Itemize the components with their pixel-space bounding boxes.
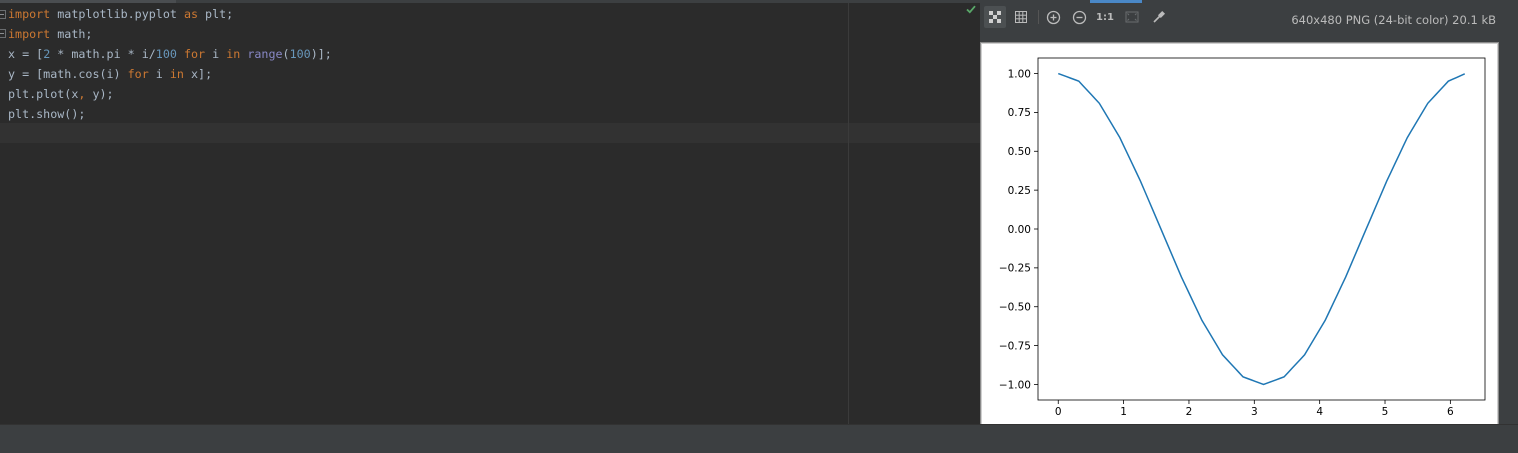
fit-icon xyxy=(1125,11,1139,23)
y-tick-label: 0.25 xyxy=(1008,185,1031,197)
chessboard-button[interactable] xyxy=(984,6,1006,28)
y-tick-label: −0.50 xyxy=(999,302,1031,314)
code-token: range xyxy=(247,47,283,61)
code-token: for xyxy=(127,67,149,81)
zoom-in-icon xyxy=(1046,10,1060,24)
code-line[interactable]: plt.plot(x, y); xyxy=(8,84,114,104)
code-token: )]; xyxy=(310,47,332,61)
code-token: i xyxy=(148,67,170,81)
editor-tab-indicator xyxy=(0,0,176,3)
code-token: x = [ xyxy=(8,47,44,61)
code-token: in xyxy=(169,67,184,81)
zoom-out-icon xyxy=(1072,10,1086,24)
code-token: as xyxy=(183,7,199,21)
x-tick-label: 6 xyxy=(1447,406,1454,418)
cosine-plot: 0 1 2 3 4 5 6 1.00 0.75 0.50 0.25 0.00 −0.25 −0.50 −0.… xyxy=(999,57,1486,418)
code-token: math; xyxy=(50,27,93,41)
color-picker-button[interactable] xyxy=(1148,6,1170,28)
y-tick-label: −1.00 xyxy=(999,379,1031,391)
code-token: in xyxy=(226,47,241,61)
image-canvas[interactable]: 0 1 2 3 4 5 6 1.00 0.75 0.50 0.25 0.00 −0.25 −0.50 −0.… xyxy=(981,43,1498,434)
code-line[interactable]: import matplotlib.pyplot as plt; xyxy=(8,4,233,24)
code-token: y = [math.cos(i) xyxy=(8,67,128,81)
image-info-label: 640x480 PNG (24-bit color) 20.1 kB xyxy=(1291,13,1496,27)
x-tick-label: 5 xyxy=(1382,406,1389,418)
code-token: for xyxy=(183,47,206,61)
code-token: plt.plot(x xyxy=(8,87,79,101)
code-token: plt.show(); xyxy=(8,107,86,121)
code-token: matplotlib.pyplot xyxy=(50,7,184,21)
actual-size-icon: 1:1 xyxy=(1096,11,1114,23)
code-token: 100 xyxy=(289,47,311,61)
y-tick-label: 0.50 xyxy=(1008,146,1031,158)
code-token: y); xyxy=(85,87,114,101)
zoom-in-button[interactable] xyxy=(1042,6,1064,28)
code-editor[interactable]: import matplotlib.pyplot as plt; import m… xyxy=(0,0,980,424)
y-tick-label: 0.00 xyxy=(1008,224,1031,236)
code-line[interactable]: plt.show(); xyxy=(8,104,85,124)
fold-marker-icon[interactable] xyxy=(0,29,6,38)
code-token: ( xyxy=(282,47,290,61)
y-tick-label: −0.75 xyxy=(999,340,1031,352)
plot-axes-frame xyxy=(1037,57,1486,401)
toolbar-separator xyxy=(1038,10,1039,24)
x-tick-label: 2 xyxy=(1186,406,1193,418)
check-icon[interactable] xyxy=(966,5,976,14)
code-token: i xyxy=(205,47,227,61)
x-tick-label: 3 xyxy=(1251,406,1258,418)
grid-icon xyxy=(1015,11,1027,23)
active-tab-indicator xyxy=(1090,0,1142,3)
fold-marker-icon[interactable] xyxy=(0,10,6,19)
image-toolbar: 1:1 640x480 PNG (24-bit color) 20.1 kB xyxy=(980,4,1518,32)
code-token: import xyxy=(8,7,51,21)
code-token: plt; xyxy=(198,7,234,21)
color-picker-icon xyxy=(1153,10,1166,23)
code-line[interactable]: import math; xyxy=(8,24,92,44)
image-viewer: 1:1 640x480 PNG (24-bit color) 20.1 kB 0… xyxy=(980,0,1518,435)
status-bar xyxy=(0,424,1518,453)
code-token: * math.pi * i/ xyxy=(50,47,156,61)
x-tick-label: 4 xyxy=(1316,406,1323,418)
actual-size-button[interactable]: 1:1 xyxy=(1094,6,1116,28)
grid-button[interactable] xyxy=(1010,6,1032,28)
x-tick-label: 1 xyxy=(1120,406,1127,418)
y-tick-label: 0.75 xyxy=(1008,107,1031,119)
y-tick-label: 1.00 xyxy=(1008,68,1031,80)
x-tick-label: 0 xyxy=(1055,406,1062,418)
y-tick-label: −0.25 xyxy=(999,263,1031,275)
chessboard-icon xyxy=(989,11,1001,23)
code-line[interactable]: y = [math.cos(i) for i in x]; xyxy=(8,64,212,84)
zoom-out-button[interactable] xyxy=(1068,6,1090,28)
fit-zoom-button[interactable] xyxy=(1121,6,1143,28)
editor-top-border xyxy=(0,0,980,3)
caret-row-highlight xyxy=(0,123,980,143)
right-margin-guide xyxy=(848,3,849,424)
code-token: x]; xyxy=(183,67,213,81)
cosine-series-line xyxy=(1057,72,1466,386)
code-token: import xyxy=(8,27,51,41)
code-line[interactable]: x = [2 * math.pi * i/100 for i in range(… xyxy=(8,44,332,64)
code-token: 100 xyxy=(155,47,177,61)
